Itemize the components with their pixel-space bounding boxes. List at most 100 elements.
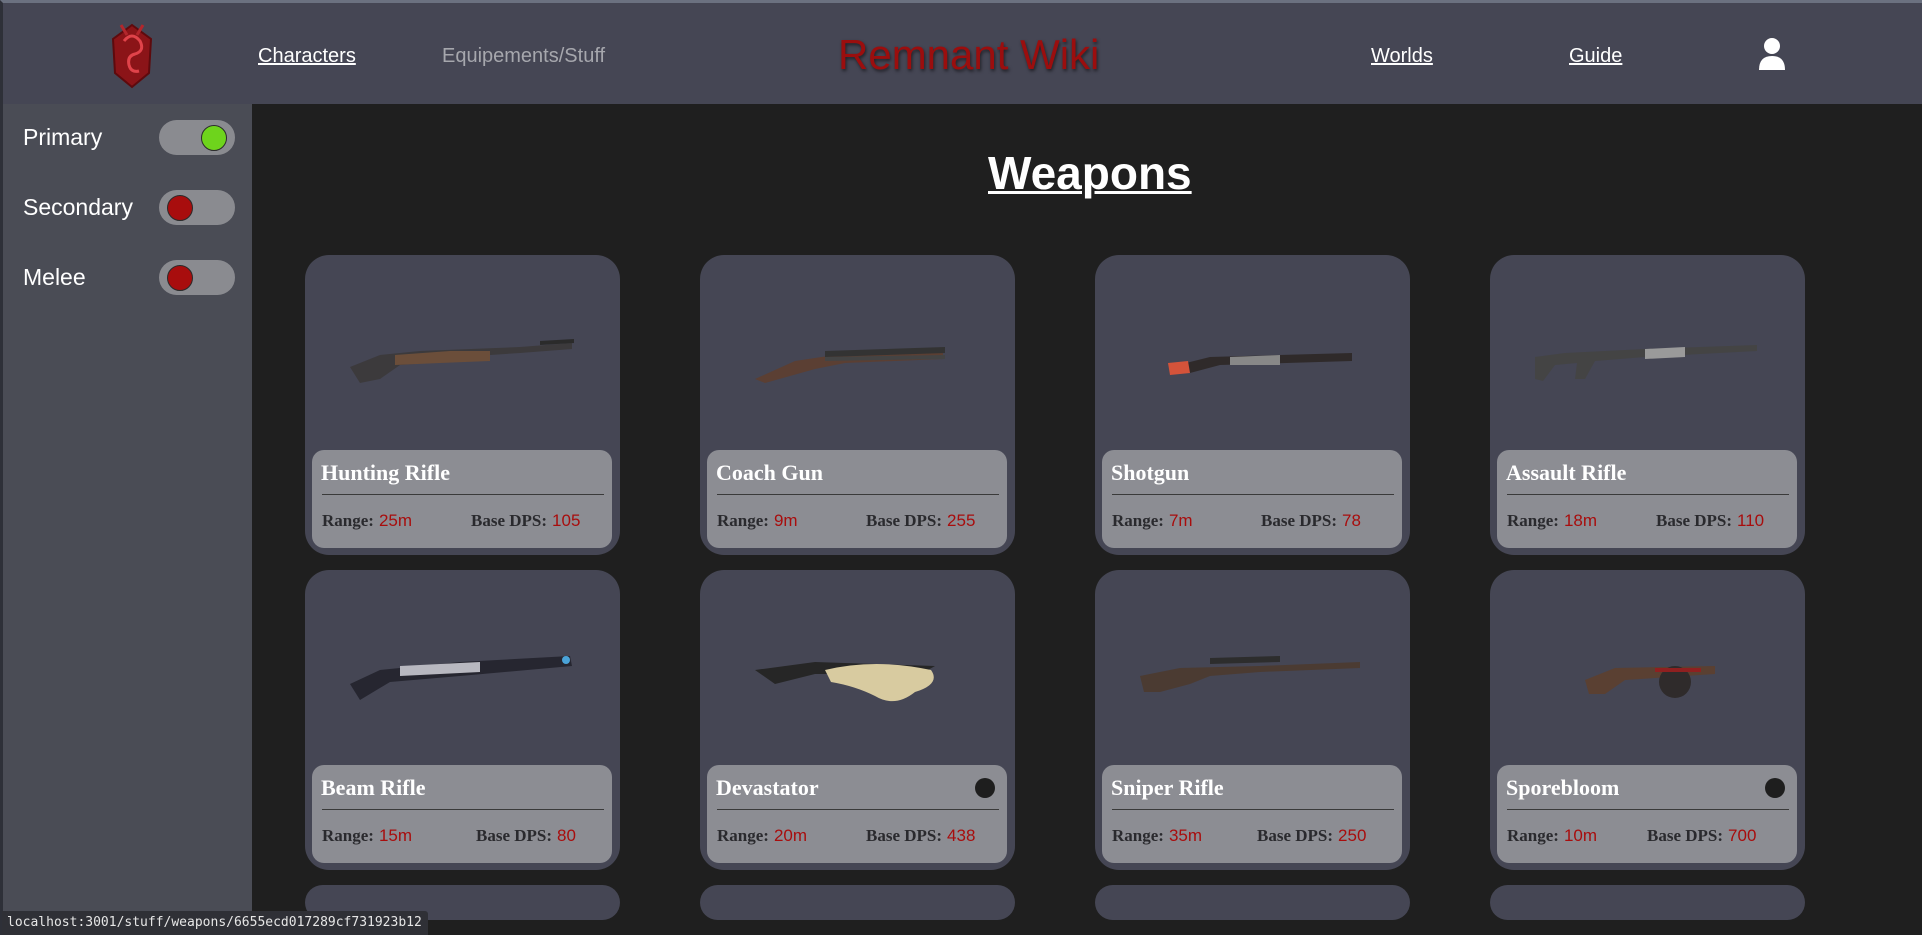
range-stat: Range: 20m <box>717 826 807 846</box>
rifle-icon <box>1535 345 1757 381</box>
dps-value: 255 <box>947 511 976 530</box>
range-label: Range: <box>1112 511 1164 530</box>
nav-guide[interactable]: Guide <box>1569 45 1622 68</box>
range-label: Range: <box>322 511 374 530</box>
divider <box>1507 494 1789 495</box>
dps-value: 80 <box>557 826 576 845</box>
range-label: Range: <box>1507 511 1559 530</box>
divider <box>717 494 999 495</box>
weapon-info: Coach Gun Range: 9m Base DPS: 255 <box>707 450 1007 548</box>
dps-label: Base DPS: <box>1261 511 1338 530</box>
dps-label: Base DPS: <box>1656 511 1733 530</box>
range-stat: Range: 15m <box>322 826 412 846</box>
weapon-card[interactable]: Sniper Rifle Range: 35m Base DPS: 250 <box>1095 570 1410 870</box>
weapon-name: Beam Rifle <box>321 775 426 800</box>
filter-label: Secondary <box>23 194 133 220</box>
divider <box>717 809 999 810</box>
weapon-info: Assault Rifle Range: 18m Base DPS: 110 <box>1497 450 1797 548</box>
toggle-knob <box>201 125 227 151</box>
dps-value: 250 <box>1338 826 1367 845</box>
weapon-card[interactable]: Devastator Range: 20m Base DPS: 438 <box>700 570 1015 870</box>
range-label: Range: <box>717 826 769 845</box>
nav-worlds[interactable]: Worlds <box>1371 45 1433 68</box>
dps-stat: Base DPS: 255 <box>866 511 975 531</box>
filter-label: Primary <box>23 124 103 150</box>
range-stat: Range: 25m <box>322 511 412 531</box>
dps-stat: Base DPS: 105 <box>471 511 580 531</box>
secondary-toggle[interactable] <box>159 190 235 225</box>
beam-rifle-icon <box>350 656 572 700</box>
dps-label: Base DPS: <box>476 826 553 845</box>
dps-stat: Base DPS: 78 <box>1261 511 1361 531</box>
divider <box>322 494 604 495</box>
toggle-knob <box>167 195 193 221</box>
weapon-card-partial[interactable] <box>700 885 1015 920</box>
weapon-name: Devastator <box>716 775 819 800</box>
weapon-info: Sporebloom Range: 10m Base DPS: 700 <box>1497 765 1797 863</box>
link-status-bar: localhost:3001/stuff/weapons/6655ecd0172… <box>2 911 428 935</box>
dps-stat: Base DPS: 80 <box>476 826 576 846</box>
range-stat: Range: 18m <box>1507 511 1597 531</box>
range-value: 7m <box>1168 511 1193 530</box>
weapon-name: Sniper Rifle <box>1111 775 1224 800</box>
divider <box>322 809 604 810</box>
weapon-info: Hunting Rifle Range: 25m Base DPS: 105 <box>312 450 612 548</box>
dps-value: 438 <box>947 826 976 845</box>
dps-label: Base DPS: <box>1647 826 1724 845</box>
sniper-rifle-icon <box>1140 656 1360 692</box>
weapon-name: Assault Rifle <box>1506 460 1627 485</box>
spore-element-icon <box>1765 778 1785 798</box>
nav-characters[interactable]: Characters <box>258 45 356 68</box>
range-stat: Range: 10m <box>1507 826 1597 846</box>
remnant-logo-icon[interactable] <box>109 21 155 91</box>
dps-stat: Base DPS: 438 <box>866 826 975 846</box>
dps-label: Base DPS: <box>471 511 548 530</box>
weapon-name: Shotgun <box>1111 460 1190 485</box>
divider <box>1507 809 1789 810</box>
dps-label: Base DPS: <box>866 511 943 530</box>
melee-toggle[interactable] <box>159 260 235 295</box>
range-label: Range: <box>1112 826 1164 845</box>
dragon-element-icon <box>975 778 995 798</box>
range-value: 25m <box>378 511 413 530</box>
user-icon[interactable] <box>1758 37 1786 71</box>
weapon-name: Sporebloom <box>1506 775 1620 800</box>
weapon-card[interactable]: Sporebloom Range: 10m Base DPS: 700 <box>1490 570 1805 870</box>
weapon-info: Sniper Rifle Range: 35m Base DPS: 250 <box>1102 765 1402 863</box>
range-label: Range: <box>717 511 769 530</box>
weapon-info: Shotgun Range: 7m Base DPS: 78 <box>1102 450 1402 548</box>
range-value: 35m <box>1168 826 1203 845</box>
range-value: 18m <box>1563 511 1598 530</box>
range-stat: Range: 35m <box>1112 826 1202 846</box>
dps-value: 110 <box>1737 511 1765 530</box>
dps-stat: Base DPS: 110 <box>1656 511 1764 531</box>
filter-primary: Primary <box>23 120 238 156</box>
weapon-card-partial[interactable] <box>1490 885 1805 920</box>
shotgun-icon <box>1168 353 1352 375</box>
dps-value: 700 <box>1728 826 1757 845</box>
weapon-card[interactable]: Assault Rifle Range: 18m Base DPS: 110 <box>1490 255 1805 555</box>
weapon-card[interactable]: Shotgun Range: 7m Base DPS: 78 <box>1095 255 1410 555</box>
range-label: Range: <box>1507 826 1559 845</box>
dps-stat: Base DPS: 700 <box>1647 826 1756 846</box>
range-value: 15m <box>378 826 413 845</box>
filter-secondary: Secondary <box>23 190 238 226</box>
page-title: Weapons <box>988 147 1192 199</box>
site-title[interactable]: Remnant Wiki <box>838 31 1099 79</box>
weapon-card[interactable]: Hunting Rifle Range: 25m Base DPS: 105 <box>305 255 620 555</box>
range-stat: Range: 7m <box>1112 511 1193 531</box>
primary-toggle[interactable] <box>159 120 235 155</box>
dps-label: Base DPS: <box>866 826 943 845</box>
site-header: Characters Equipements/Stuff Remnant Wik… <box>0 0 1922 104</box>
weapon-info: Beam Rifle Range: 15m Base DPS: 80 <box>312 765 612 863</box>
weapon-name: Hunting Rifle <box>321 460 450 485</box>
weapon-card[interactable]: Beam Rifle Range: 15m Base DPS: 80 <box>305 570 620 870</box>
weapon-card-partial[interactable] <box>1095 885 1410 920</box>
nav-equipments[interactable]: Equipements/Stuff <box>442 45 605 68</box>
range-label: Range: <box>322 826 374 845</box>
weapon-card[interactable]: Coach Gun Range: 9m Base DPS: 255 <box>700 255 1015 555</box>
range-stat: Range: 9m <box>717 511 798 531</box>
dps-stat: Base DPS: 250 <box>1257 826 1366 846</box>
dps-label: Base DPS: <box>1257 826 1334 845</box>
range-value: 20m <box>773 826 808 845</box>
